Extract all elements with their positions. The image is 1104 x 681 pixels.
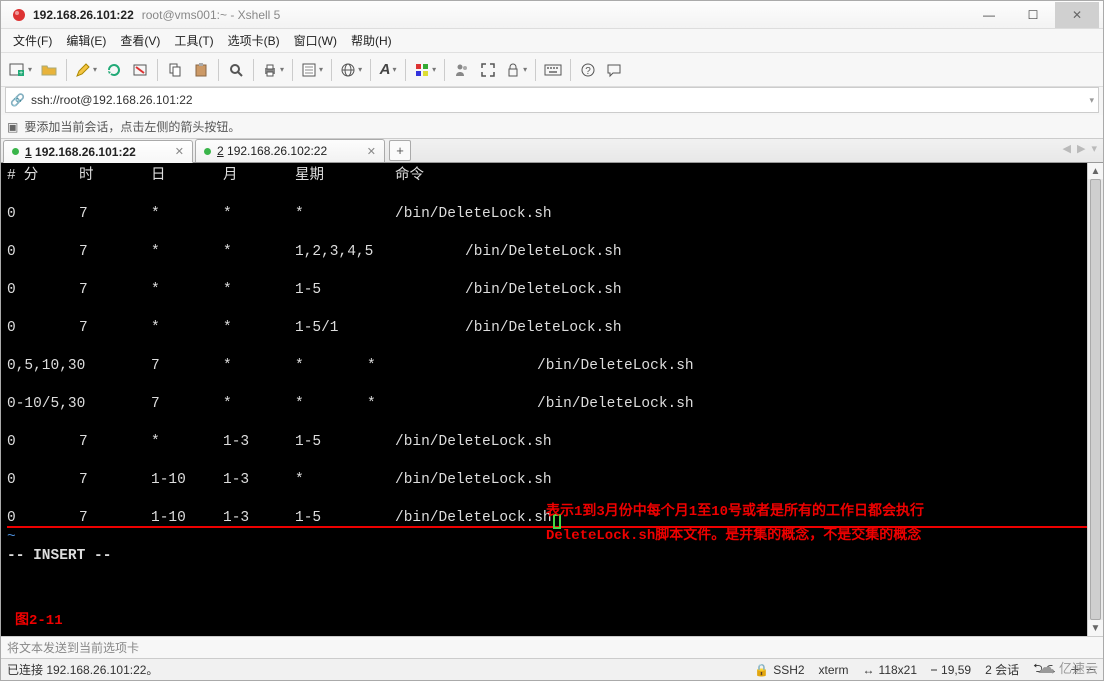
chat-button[interactable] [602,57,626,83]
tab-1-label: 1 192.168.26.101:22 [25,145,136,159]
mode-row: -- INSERT -- [7,547,1087,566]
help-button[interactable]: ? [576,57,600,83]
status-term: xterm [819,663,849,677]
hint-bar: ▣ 要添加当前会话，点击左侧的箭头按钮。 [1,115,1103,139]
scrollbar[interactable]: ▲ ▼ [1087,163,1103,636]
title-session: root@vms001:~ - Xshell 5 [142,8,281,22]
menu-view[interactable]: 查看(V) [114,30,166,51]
title-ip: 192.168.26.101:22 [33,8,134,22]
menu-tabs[interactable]: 选项卡(B) [222,30,286,51]
app-icon [11,7,27,23]
terminal-header-row: # 分时日月星期命令 [7,167,1087,186]
add-tab-button[interactable]: + [389,140,411,161]
cron-row: 07**1-5/bin/DeleteLock.sh [7,281,1087,300]
dropdown-icon[interactable]: ▾ [1089,95,1094,106]
print-button[interactable]: ▾ [259,57,287,83]
menubar: 文件(F) 编辑(E) 查看(V) 工具(T) 选项卡(B) 窗口(W) 帮助(… [1,29,1103,53]
cursor-icon: ⎯ [931,662,937,677]
scroll-up-icon[interactable]: ▲ [1088,163,1103,179]
tab-2[interactable]: 2 192.168.26.102:22 ✕ [195,139,385,162]
properties-button[interactable]: ▾ [298,57,326,83]
fullscreen-button[interactable] [476,57,500,83]
color-button[interactable]: ▾ [411,57,439,83]
tab-2-close-icon[interactable]: ✕ [367,145,376,158]
status-arrows[interactable]: ⮌ ⮎ [1033,659,1056,680]
menu-edit[interactable]: 编辑(E) [60,30,112,51]
keyboard-button[interactable] [541,57,565,83]
menu-window[interactable]: 窗口(W) [288,30,343,51]
cron-row: 0,5,10,307***/bin/DeleteLock.sh [7,357,1087,376]
open-button[interactable] [37,57,61,83]
users-button[interactable] [450,57,474,83]
status-cursor: ⎯ 19,59 [931,662,971,677]
lock-button[interactable]: ▾ [502,57,530,83]
svg-text:?: ? [585,66,591,77]
figure-label: 图2-11 [15,612,63,631]
tab-1[interactable]: 1 192.168.26.101:22 ✕ [3,140,193,163]
minimize-button[interactable]: — [967,2,1011,28]
cron-row: 071-101-3*/bin/DeleteLock.sh [7,471,1087,490]
tab-nav: ◀ ▶ ▾ [1063,142,1097,155]
address-bar[interactable]: 🔗 ssh://root@192.168.26.101:22 ▾ [5,87,1099,113]
menu-tools[interactable]: 工具(T) [168,30,219,51]
maximize-button[interactable]: ☐ [1011,2,1055,28]
cron-row: 07**1-5/1/bin/DeleteLock.sh [7,319,1087,338]
menu-file[interactable]: 文件(F) [7,30,58,51]
cron-row: 0-10/5,307***/bin/DeleteLock.sh [7,395,1087,414]
cron-row: 07***/bin/DeleteLock.sh [7,205,1087,224]
tab-strip: 1 192.168.26.101:22 ✕ 2 192.168.26.102:2… [1,139,1103,163]
tab-1-close-icon[interactable]: ✕ [175,145,184,158]
status-connected: 已连接 192.168.26.101:22。 [7,661,158,678]
annotation-text: 表示1到3月份中每个月1至10号或者是所有的工作日都会执行DeleteLock.… [546,501,924,549]
new-session-button[interactable]: +▾ [5,57,35,83]
menu-help[interactable]: 帮助(H) [345,30,398,51]
input-prompt[interactable]: 将文本发送到当前选项卡 [1,636,1103,658]
paste-button[interactable] [189,57,213,83]
toolbar: +▾ ▾ ▾ ▾ ▾ A▾ ▾ ▾ ? [1,53,1103,87]
app-window: 192.168.26.101:22 root@vms001:~ - Xshell… [0,0,1104,681]
status-sessions: 2 会话 [985,661,1019,678]
address-text: ssh://root@192.168.26.101:22 [31,93,1084,107]
edit-button[interactable]: ▾ [72,57,100,83]
bookmark-add-icon[interactable]: ▣ [7,120,18,134]
search-button[interactable] [224,57,248,83]
svg-text:+: + [19,70,23,77]
titlebar: 192.168.26.101:22 root@vms001:~ - Xshell… [1,1,1103,29]
close-button[interactable]: ✕ [1055,2,1099,28]
hint-text: 要添加当前会话，点击左侧的箭头按钮。 [24,118,240,135]
lock-icon: 🔒 [754,663,769,677]
status-dot-icon [204,148,211,155]
status-bar: 已连接 192.168.26.101:22。 🔒SSH2 xterm ↔ 118… [1,658,1103,680]
font-button[interactable]: A▾ [376,57,400,83]
terminal-wrapper: # 分时日月星期命令 07***/bin/DeleteLock.sh 07**1,2… [1,163,1103,636]
status-dot-icon [12,148,19,155]
status-size: ↔ 118x21 [863,663,917,677]
copy-button[interactable] [163,57,187,83]
scroll-down-icon[interactable]: ▼ [1088,620,1103,636]
tab-list-icon[interactable]: ▾ [1091,142,1097,155]
tab-next-icon[interactable]: ▶ [1077,142,1085,155]
cron-row: 07*1-31-5/bin/DeleteLock.sh [7,433,1087,452]
disconnect-button[interactable] [128,57,152,83]
tab-2-label: 2 192.168.26.102:22 [217,144,327,158]
prompt-text: 将文本发送到当前选项卡 [7,639,139,656]
status-proto: 🔒SSH2 [754,663,804,677]
cron-row: 07**1,2,3,4,5/bin/DeleteLock.sh [7,243,1087,262]
globe-button[interactable]: ▾ [337,57,365,83]
tab-prev-icon[interactable]: ◀ [1063,142,1071,155]
terminal[interactable]: # 分时日月星期命令 07***/bin/DeleteLock.sh 07**1,2… [1,163,1087,636]
resize-icon: ↔ [863,663,875,677]
status-zoom[interactable]: ＋ － [1070,661,1097,678]
reconnect-button[interactable] [102,57,126,83]
link-icon: 🔗 [10,93,25,107]
